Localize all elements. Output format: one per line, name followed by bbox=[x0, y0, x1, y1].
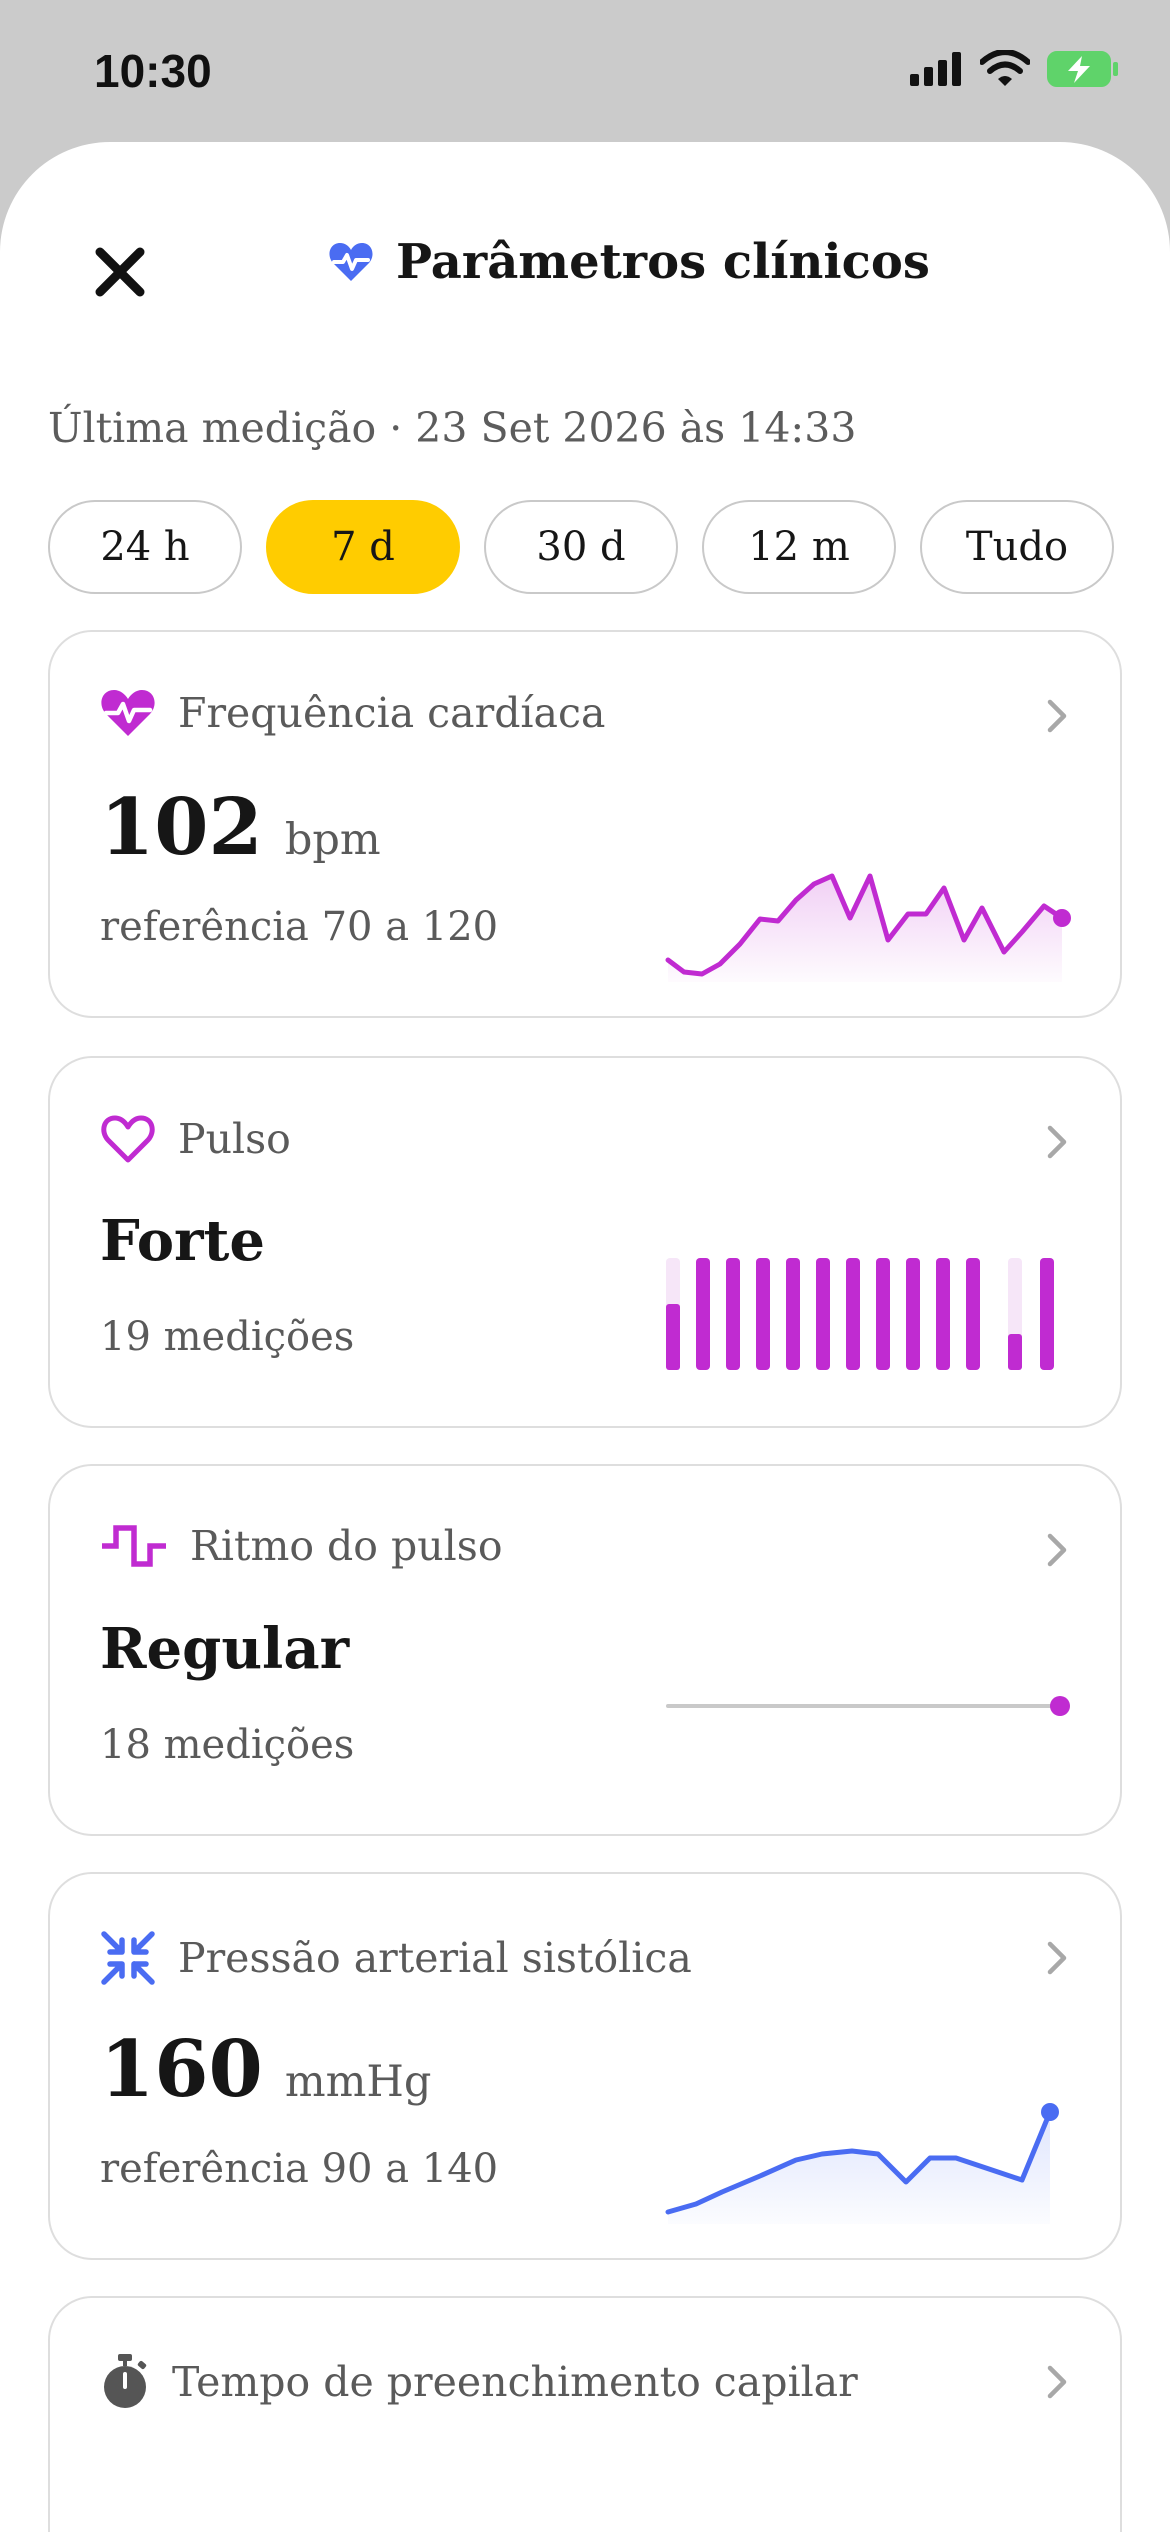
systolic-value-row: 160 mmHg bbox=[100, 2024, 431, 2115]
rhythm-icon bbox=[102, 1525, 166, 1567]
chevron-right-icon bbox=[1047, 2365, 1067, 2399]
chevron-right-icon bbox=[1047, 1125, 1067, 1159]
pulse-rhythm-value-row: Regular bbox=[100, 1616, 349, 1682]
heart-pulse-icon bbox=[101, 690, 155, 736]
filter-30d[interactable]: 30 d bbox=[484, 500, 678, 594]
capillary-label: Tempo de preenchimento capilar bbox=[172, 2358, 858, 2406]
close-button[interactable] bbox=[92, 244, 148, 300]
pulse-card[interactable]: Pulso Forte 19 medições bbox=[48, 1056, 1122, 1428]
filter-7d[interactable]: 7 d bbox=[266, 500, 460, 594]
last-measurement-text: Última medição · 23 Set 2026 às 14:33 bbox=[48, 404, 857, 452]
heart-rate-reference: referência 70 a 120 bbox=[100, 904, 499, 950]
heart-pulse-icon bbox=[329, 243, 373, 281]
systolic-reference: referência 90 a 140 bbox=[100, 2146, 499, 2192]
pulse-value: Forte bbox=[100, 1208, 266, 1274]
pulse-count: 19 medições bbox=[100, 1314, 355, 1360]
systolic-value: 160 bbox=[100, 2024, 263, 2115]
pulse-rhythm-line bbox=[666, 1696, 1070, 1716]
page-title: Parâmetros clínicos bbox=[328, 234, 930, 290]
systolic-sparkline bbox=[665, 2103, 1059, 2224]
heart-outline-icon bbox=[101, 1115, 155, 1163]
systolic-unit: mmHg bbox=[284, 2057, 432, 2107]
pulse-rhythm-count: 18 medições bbox=[100, 1722, 355, 1768]
chevron-right-icon bbox=[1047, 1533, 1067, 1567]
battery-charging-icon bbox=[1047, 51, 1118, 87]
pulse-rhythm-card[interactable]: Ritmo do pulso Regular 18 medições bbox=[48, 1464, 1122, 1836]
filter-all[interactable]: Tudo bbox=[920, 500, 1114, 594]
systolic-label: Pressão arterial sistólica bbox=[178, 1934, 692, 1982]
pulse-rhythm-label: Ritmo do pulso bbox=[190, 1522, 503, 1570]
heart-rate-value-row: 102 bpm bbox=[100, 782, 381, 873]
status-time: 10:30 bbox=[94, 45, 212, 97]
heart-rate-sparkline bbox=[665, 873, 1071, 982]
signal-icon bbox=[910, 52, 961, 86]
pulse-rhythm-value: Regular bbox=[100, 1616, 350, 1682]
pulse-bar-chart bbox=[666, 1258, 1054, 1370]
compress-icon bbox=[101, 1931, 155, 1985]
heart-rate-value: 102 bbox=[100, 782, 263, 873]
period-filter-group: 24 h 7 d 30 d 12 m Tudo bbox=[48, 500, 1114, 594]
stopwatch-icon bbox=[104, 2354, 147, 2408]
status-icons bbox=[910, 50, 1120, 88]
capillary-refill-card[interactable]: Tempo de preenchimento capilar bbox=[48, 2296, 1122, 2532]
clinical-parameters-sheet: Parâmetros clínicos Última medição · 23 … bbox=[0, 142, 1170, 2532]
chevron-right-icon bbox=[1047, 699, 1067, 733]
wifi-icon bbox=[980, 50, 1030, 86]
systolic-pressure-card[interactable]: Pressão arterial sistólica 160 mmHg refer… bbox=[48, 1872, 1122, 2260]
heart-rate-card[interactable]: Frequência cardíaca 102 bpm referência 70… bbox=[48, 630, 1122, 1018]
heart-rate-unit: bpm bbox=[284, 815, 381, 865]
filter-24h[interactable]: 24 h bbox=[48, 500, 242, 594]
page-title-text: Parâmetros clínicos bbox=[396, 234, 930, 290]
pulse-value-row: Forte bbox=[100, 1208, 265, 1274]
heart-rate-label: Frequência cardíaca bbox=[178, 689, 606, 737]
chevron-right-icon bbox=[1047, 1941, 1067, 1975]
pulse-label: Pulso bbox=[178, 1115, 291, 1163]
filter-12m[interactable]: 12 m bbox=[702, 500, 896, 594]
